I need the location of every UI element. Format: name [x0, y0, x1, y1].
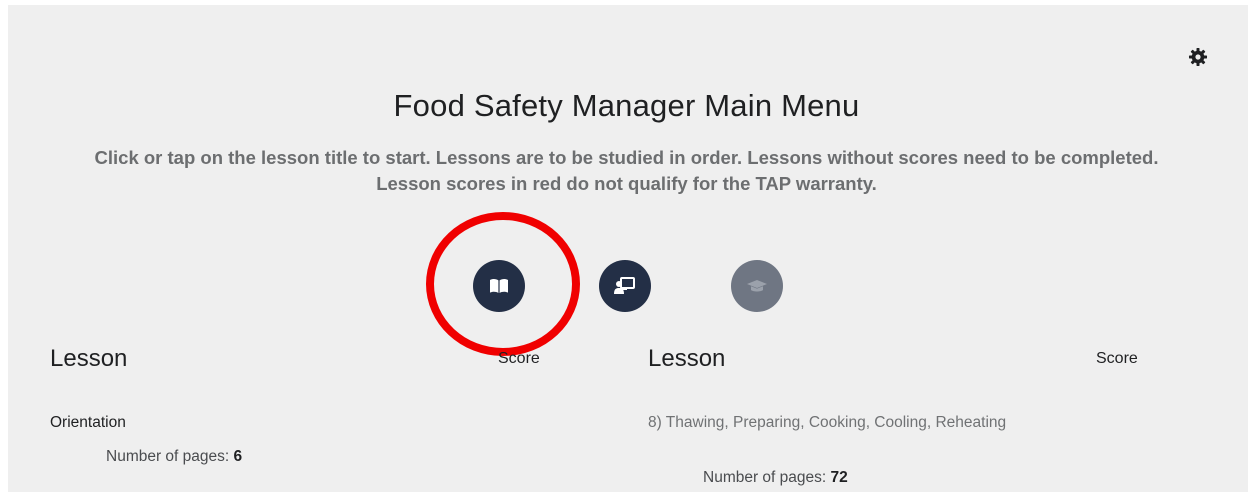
study-mode-button[interactable]	[473, 260, 525, 312]
main-panel	[8, 5, 1248, 492]
lesson-pages-count: Number of pages: 72	[703, 469, 848, 486]
lesson-column-header: Lesson	[648, 345, 726, 372]
lesson-link-orientation[interactable]: Orientation	[50, 412, 126, 433]
settings-gear-icon[interactable]	[1188, 47, 1208, 67]
presentation-mode-button[interactable]	[599, 260, 651, 312]
score-column-header: Score	[1096, 350, 1138, 367]
open-book-icon	[490, 279, 508, 293]
instructions-text: Click or tap on the lesson title to star…	[94, 147, 1159, 194]
page-title: Food Safety Manager Main Menu	[393, 88, 860, 123]
exam-mode-button	[731, 260, 783, 312]
graduation-cap-icon	[747, 280, 767, 292]
lesson-column-header: Lesson	[50, 345, 128, 372]
lesson-pages-count: Number of pages: 6	[106, 448, 243, 465]
presentation-icon	[614, 277, 635, 294]
score-column-header: Score	[498, 350, 540, 367]
lesson-link-thawing-preparing[interactable]: 8) Thawing, Preparing, Cooking, Cooling,…	[648, 412, 1008, 433]
